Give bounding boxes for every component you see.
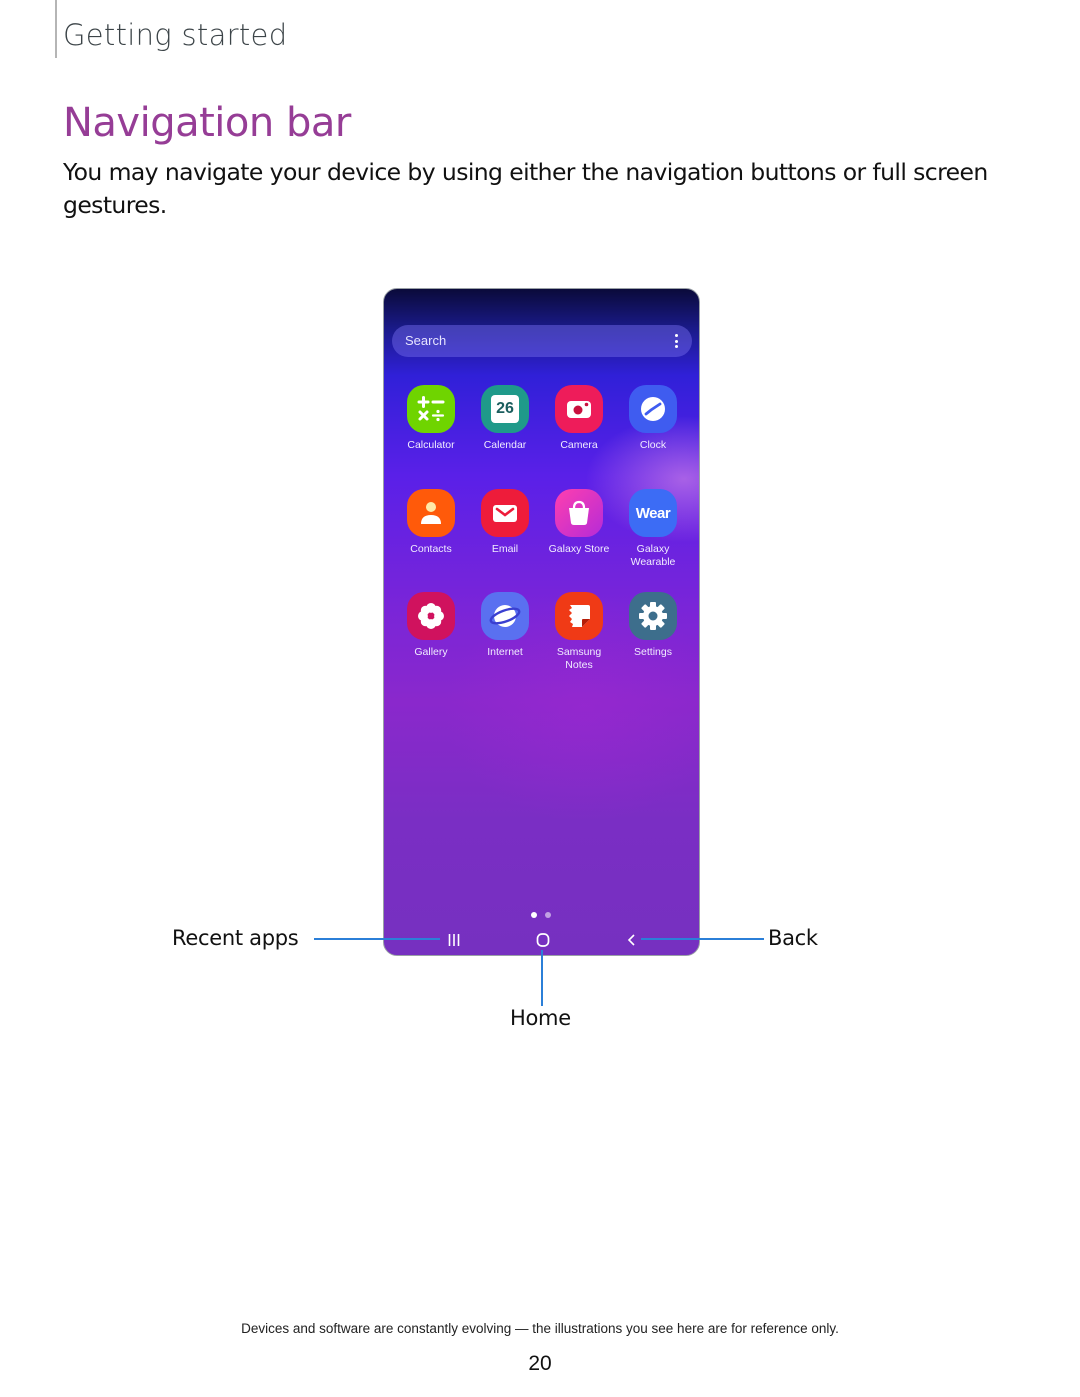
wear-icon: Wear: [629, 489, 677, 537]
page-dot[interactable]: [545, 912, 551, 918]
page-indicator: [531, 903, 559, 922]
home-icon: [536, 933, 550, 947]
search-placeholder: Search: [405, 333, 447, 348]
email-icon: [481, 489, 529, 537]
app-label: Camera: [560, 439, 598, 451]
app-label: Calendar: [483, 439, 527, 451]
callout-home: Home: [510, 1006, 571, 1030]
home-button[interactable]: [531, 929, 555, 951]
app-calendar[interactable]: 26 Calendar: [468, 385, 542, 452]
callout-line-recent: [314, 938, 440, 940]
app-calculator[interactable]: Calculator: [394, 385, 468, 452]
app-label: Galaxy Wearable: [630, 543, 676, 568]
page-dot-active[interactable]: [531, 912, 537, 918]
calendar-date: 26: [491, 395, 519, 423]
back-button[interactable]: [620, 929, 644, 951]
app-label: Clock: [639, 439, 667, 451]
app-label: Settings: [634, 646, 672, 658]
callout-recent-apps: Recent apps: [172, 926, 299, 950]
camera-icon: [555, 385, 603, 433]
calculator-icon: [407, 385, 455, 433]
recent-apps-button[interactable]: [442, 929, 466, 951]
search-bar[interactable]: Search: [392, 325, 692, 357]
clock-icon: [629, 385, 677, 433]
planet-icon: [481, 592, 529, 640]
shopping-bag-icon: [555, 489, 603, 537]
app-gallery[interactable]: Gallery: [394, 592, 468, 659]
notes-icon: [555, 592, 603, 640]
app-email[interactable]: Email: [468, 489, 542, 556]
wear-text: Wear: [635, 504, 671, 522]
gear-icon: [629, 592, 677, 640]
page-number: 20: [528, 1352, 552, 1375]
app-settings[interactable]: Settings: [616, 592, 690, 659]
app-label: Samsung Notes: [556, 646, 602, 671]
app-samsung-notes[interactable]: Samsung Notes: [542, 592, 616, 672]
app-galaxy-store[interactable]: Galaxy Store: [542, 489, 616, 556]
app-camera[interactable]: Camera: [542, 385, 616, 452]
app-label: Contacts: [410, 543, 452, 555]
more-vertical-icon[interactable]: [675, 334, 678, 348]
back-icon: [627, 934, 635, 946]
app-contacts[interactable]: Contacts: [394, 489, 468, 556]
app-clock[interactable]: Clock: [616, 385, 690, 452]
page-title: Navigation bar: [63, 100, 351, 146]
app-label: Gallery: [414, 646, 448, 658]
footer-disclaimer: Devices and software are constantly evol…: [241, 1321, 839, 1336]
callout-back: Back: [768, 926, 818, 950]
contacts-icon: [407, 489, 455, 537]
app-galaxy-wearable[interactable]: Wear Galaxy Wearable: [616, 489, 690, 569]
app-label: Internet: [487, 646, 523, 658]
app-internet[interactable]: Internet: [468, 592, 542, 659]
app-label: Calculator: [407, 439, 455, 451]
recent-apps-icon: [448, 934, 460, 946]
section-title: Getting started: [63, 18, 288, 52]
callout-line-back: [641, 938, 764, 940]
intro-paragraph: You may navigate your device by using ei…: [63, 158, 988, 219]
calendar-icon: 26: [481, 385, 529, 433]
section-divider: [55, 0, 57, 58]
flower-icon: [407, 592, 455, 640]
callout-line-home: [541, 950, 543, 1006]
phone-illustration: Search Calculator 26 Calendar Camera Clo…: [383, 288, 700, 956]
app-label: Email: [491, 543, 519, 555]
app-label: Galaxy Store: [548, 543, 610, 555]
